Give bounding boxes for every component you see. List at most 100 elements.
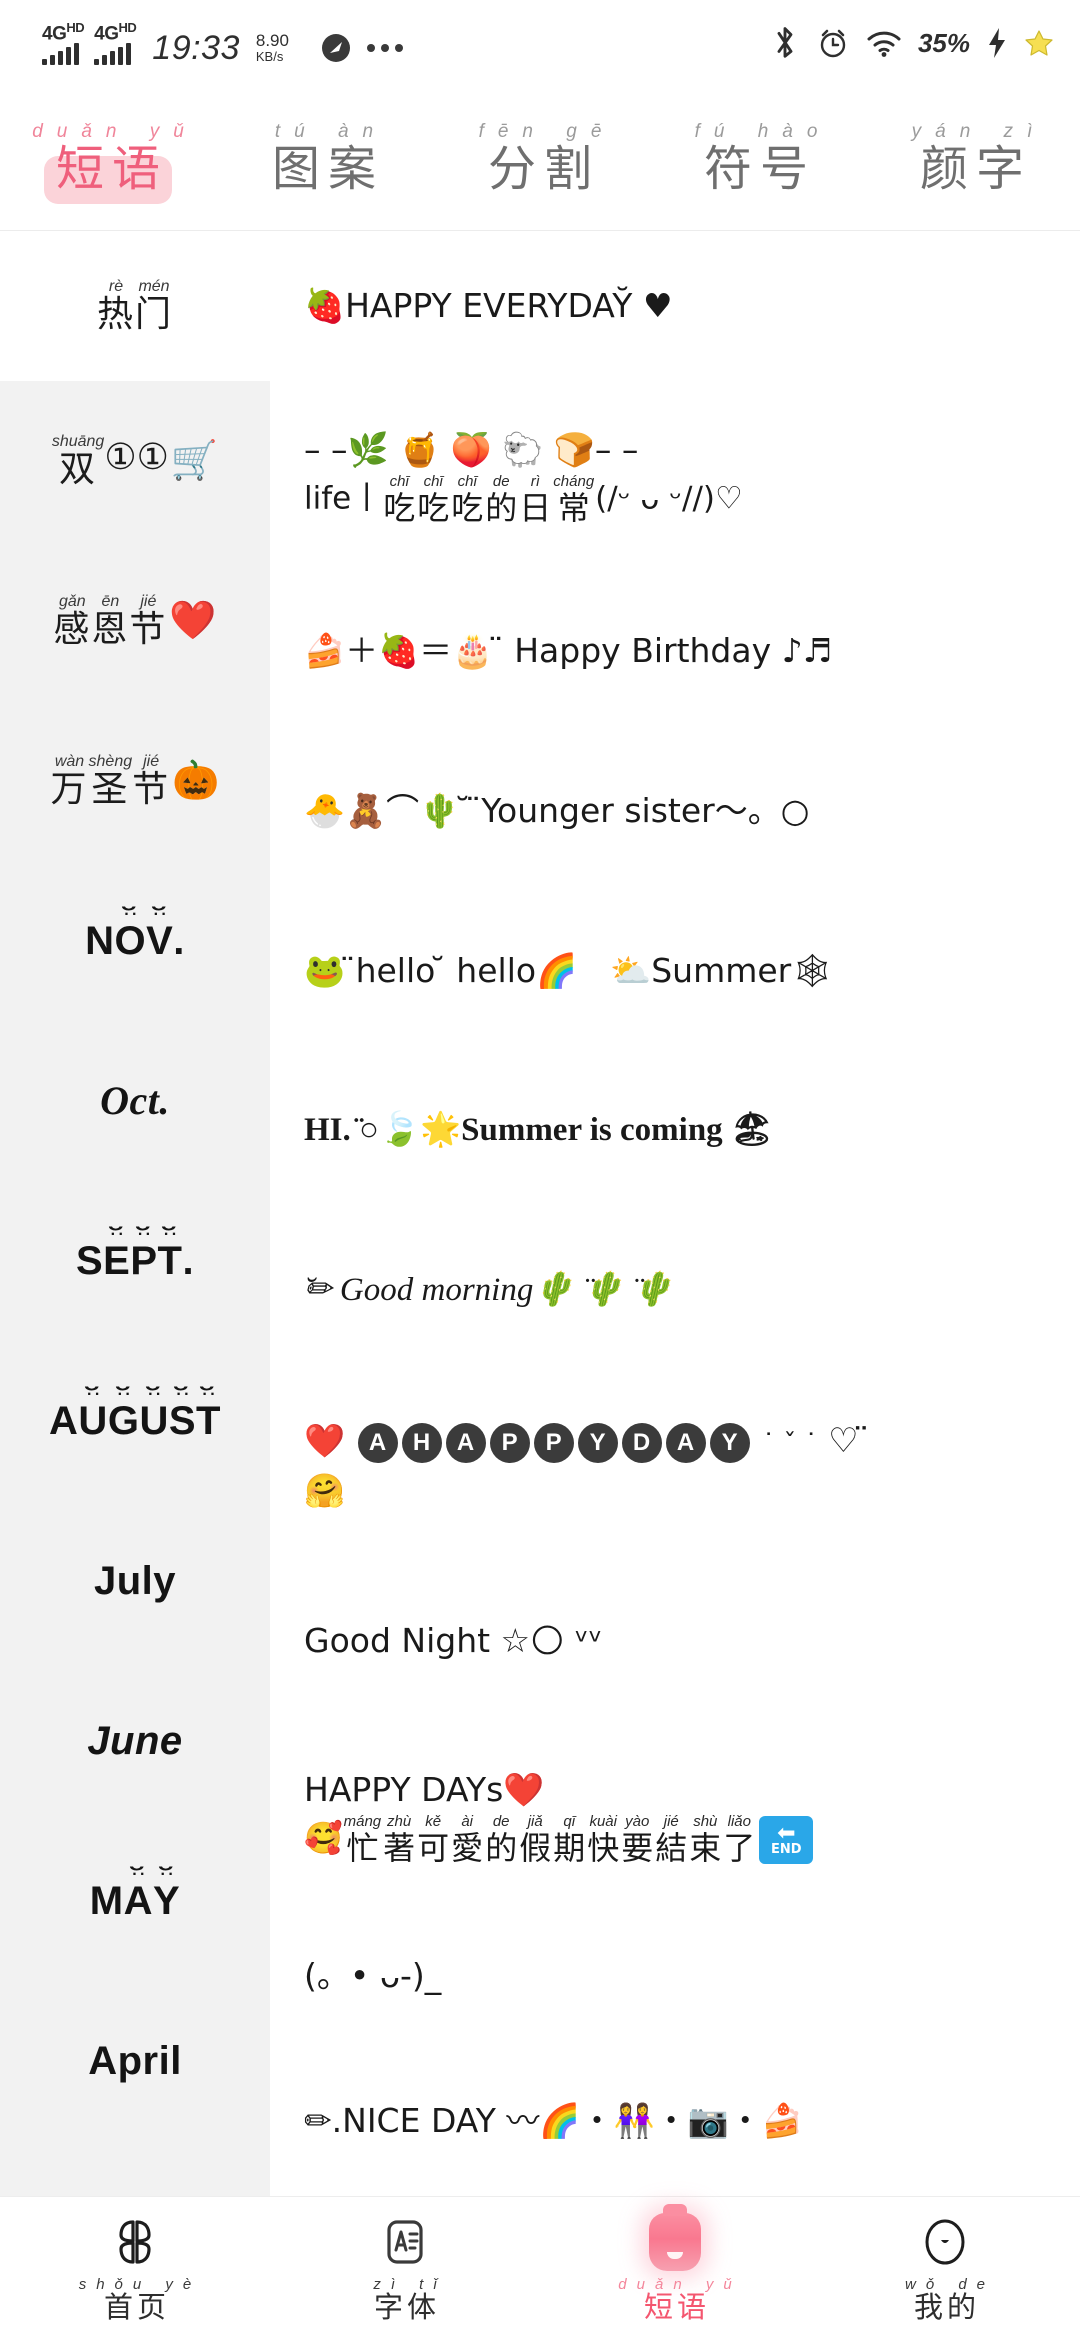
tab-label: 符号 (703, 142, 816, 196)
tab-fuhao[interactable]: fú hào 符号 (648, 86, 864, 230)
tab-label: 短语 (55, 142, 168, 196)
sidebar-item-ganenjie[interactable]: gǎn 感 ēn 恩 jié 节 ❤️ (0, 541, 270, 701)
grid-icon (109, 2215, 161, 2269)
bluetooth-icon (770, 25, 800, 61)
sidebar-item-sept[interactable]: SEPT. (0, 1181, 270, 1341)
status-bar-left: 4GHD 4GHD 19:33 8.90 KB/s (42, 19, 403, 68)
charging-bolt-icon (986, 26, 1008, 60)
phrase-item-good-night[interactable]: Good Night ☆🌕 ᵛᵛ (304, 1561, 1062, 1721)
content-area: rè 热 mén 门 shuāng 双 ①①🛒 gǎn 感 ēn 恩 jié 节 ❤️ wàn 万 shè… (0, 231, 1080, 2196)
battery-percent: 35% (917, 27, 970, 58)
sidebar-item-nov[interactable]: NOV. (0, 861, 270, 1021)
tab-pinyin: tú àn (274, 120, 388, 142)
pumpkin-icon: 🎃 (172, 758, 220, 803)
nav-label-phrases: duǎn yǔ 短语 (618, 2275, 742, 2324)
phrase-item-life-chichichi[interactable]: – –🌿 🍯 🍑 🐑 🍞– – life丨 chī 吃 chī 吃 chī 吃 de 的 rì 日 c… (304, 381, 1062, 571)
sidebar-item-may[interactable]: MAY (0, 1821, 270, 1981)
sidebar-item-june[interactable]: June (0, 1661, 270, 1821)
phrase-item-kaomoji[interactable]: (。• ᴗ-)_ (304, 1911, 1062, 2041)
phrase-text: 🍓HAPPY EVERYDAY̆ ♥ (304, 286, 673, 326)
tab-pinyin: fú hào (694, 120, 832, 142)
tab-tuan[interactable]: tú àn 图案 (216, 86, 432, 230)
phrase-text-secondary: life丨 chī 吃 chī 吃 chī 吃 de 的 rì 日 cháng 常 (/ᵕ ᴗ ᵕ//)♡ (304, 472, 743, 527)
font-a-icon (379, 2215, 431, 2269)
bottom-navigation-bar[interactable]: shǒu yè 首页 zì tǐ 字体 duǎn yǔ 短语 wǒ de 我的 (0, 2196, 1080, 2340)
phrase-item-younger-sister[interactable]: 🐣🧸⌒🌵 ̆ ̈Younger sister〜。○ (304, 731, 1062, 891)
circled-letter: A (445, 1422, 486, 1463)
sidebar-item-label: gǎn 感 ēn 恩 jié 节 ❤️ (53, 592, 217, 649)
nav-label-profile: wǒ de 我的 (904, 2275, 996, 2324)
phrase-text: 🐸 ̈hello ̆ hello🌈 ⛅Summer🕸 (304, 951, 834, 991)
tab-label: 图案 (271, 142, 384, 196)
nav-label-fonts: zì tǐ 字体 (373, 2275, 447, 2324)
tab-label: 颜字 (919, 142, 1032, 196)
phrase-item-summer-is-coming[interactable]: HI. ̈○🍃🌟Summer is coming 🏖 (304, 1051, 1062, 1211)
status-bar-right: 35% (770, 25, 1054, 61)
sidebar-item-label: SEPT. (76, 1241, 194, 1281)
category-sidebar[interactable]: rè 热 mén 门 shuāng 双 ①①🛒 gǎn 感 ēn 恩 jié 节 ❤️ wàn 万 shè… (0, 231, 270, 2196)
phrase-item-happy-days[interactable]: HAPPY DAYs❤️ 🥰 máng 忙 zhù 著 kě 可 ài 愛 de 的 jiǎ 假 qī 期 k… (304, 1721, 1062, 1911)
phrase-item-happy-birthday[interactable]: 🍰＋🍓＝🎂 ̈ Happy Birthday ♪♬ (304, 571, 1062, 731)
sidebar-item-label: June (87, 1719, 183, 1763)
sidebar-item-label: NOV. (85, 921, 185, 961)
circled-letter: A (357, 1422, 398, 1463)
tab-pinyin: yán zì (911, 120, 1047, 142)
sidebar-item-july[interactable]: July (0, 1501, 270, 1661)
circled-letter: Y (577, 1422, 618, 1463)
phrase-text: HI. ̈○🍃🌟Summer is coming 🏖 (304, 1112, 773, 1149)
compass-icon (319, 31, 353, 65)
circled-letter: A (665, 1422, 706, 1463)
sidebar-item-oct[interactable]: Oct. (0, 1021, 270, 1181)
wifi-icon (866, 28, 902, 58)
sidebar-item-wanshengjie[interactable]: wàn 万 shèng 圣 jié 节 🎃 (0, 701, 270, 861)
sidebar-item-label: AUGUST (49, 1401, 221, 1441)
phrase-item-nice-day[interactable]: ✏.NICE DAY 〰🌈・👭・📷・🍰 (304, 2041, 1062, 2196)
sidebar-item-remen[interactable]: rè 热 mén 门 (0, 231, 270, 381)
phrase-list[interactable]: 🍓HAPPY EVERYDAY̆ ♥ – –🌿 🍯 🍑 🐑 🍞– – life丨… (270, 231, 1080, 2196)
sim2-signal-bars (94, 43, 132, 66)
phrase-item-hello-summer[interactable]: 🐸 ̈hello ̆ hello🌈 ⛅Summer🕸 (304, 891, 1062, 1051)
category-tab-bar[interactable]: duǎn yǔ 短语 tú àn 图案 fēn gē 分割 fú hào 符号 … (0, 86, 1080, 231)
tab-pinyin: duǎn yǔ (32, 120, 198, 142)
sim2-network-label: 4GHD (94, 19, 137, 45)
network-speed-value: 8.90 (255, 30, 289, 50)
sim1-signal-bars (42, 43, 79, 66)
phrase-text: ❤️ AHAPPYDAY ˙ ˇ ˙ ♡ ̈ (304, 1421, 870, 1463)
nav-item-fonts[interactable]: zì tǐ 字体 (270, 2197, 540, 2340)
nav-label-home: shǒu yè 首页 (78, 2275, 202, 2324)
phrase-text: (。• ᴗ-)_ (304, 1956, 442, 1996)
sidebar-item-august[interactable]: AUGUST (0, 1341, 270, 1501)
sim1-network-label: 4GHD (42, 19, 85, 45)
phrase-item-a-happy-day[interactable]: ❤️ AHAPPYDAY ˙ ˇ ˙ ♡ ̈ 🤗 (304, 1371, 1062, 1561)
sidebar-item-shuang11[interactable]: shuāng 双 ①①🛒 (0, 381, 270, 541)
sidebar-item-label: wàn 万 shèng 圣 jié 节 🎃 (50, 752, 220, 809)
status-clock: 19:33 (152, 29, 240, 68)
network-speed: 8.90 KB/s (255, 30, 289, 64)
tab-yanzi[interactable]: yán zì 颜字 (864, 86, 1080, 230)
tab-label: 分割 (487, 142, 600, 196)
nav-item-home[interactable]: shǒu yè 首页 (0, 2197, 270, 2340)
sidebar-item-label: rè 热 mén 门 (96, 277, 174, 334)
phrase-item-good-morning[interactable]: ̆✏ Good morning🌵 ̈🌵 ̈🌵 (304, 1211, 1062, 1371)
sidebar-item-label: April (88, 2039, 182, 2083)
tab-duanyu[interactable]: duǎn yǔ 短语 (0, 86, 216, 230)
smiling-hearts-icon: 🥰 (304, 1820, 343, 1857)
hearts-icon: ❤️ (169, 598, 217, 643)
circled-letter: P (489, 1422, 530, 1463)
sidebar-item-april[interactable]: April (0, 1981, 270, 2141)
network-speed-unit: KB/s (255, 48, 284, 64)
nav-item-profile[interactable]: wǒ de 我的 (810, 2197, 1080, 2340)
phrase-text: HAPPY DAYs❤️ (304, 1769, 545, 1809)
end-sign-icon: ⬅ END (759, 1815, 814, 1864)
status-bar-notifications (319, 31, 403, 65)
tab-pinyin: fēn gē (478, 120, 616, 142)
tab-fenge[interactable]: fēn gē 分割 (432, 86, 648, 230)
sidebar-item-label: July (93, 1559, 177, 1603)
phrase-text-secondary: 🥰 máng 忙 zhù 著 kě 可 ài 愛 de 的 jiǎ 假 qī 期 kuài 快 yào 要 jié 結 s… (304, 1814, 1062, 1866)
phrase-item-happy-everyday[interactable]: 🍓HAPPY EVERYDAY̆ ♥ (304, 231, 1062, 381)
more-dots-icon (366, 44, 403, 53)
nav-item-phrases[interactable]: duǎn yǔ 短语 (540, 2197, 810, 2340)
phrase-bottle-icon (649, 2212, 701, 2271)
sim1-signal: 4GHD (42, 19, 85, 66)
sidebar-item-label: MAY (90, 1881, 180, 1921)
